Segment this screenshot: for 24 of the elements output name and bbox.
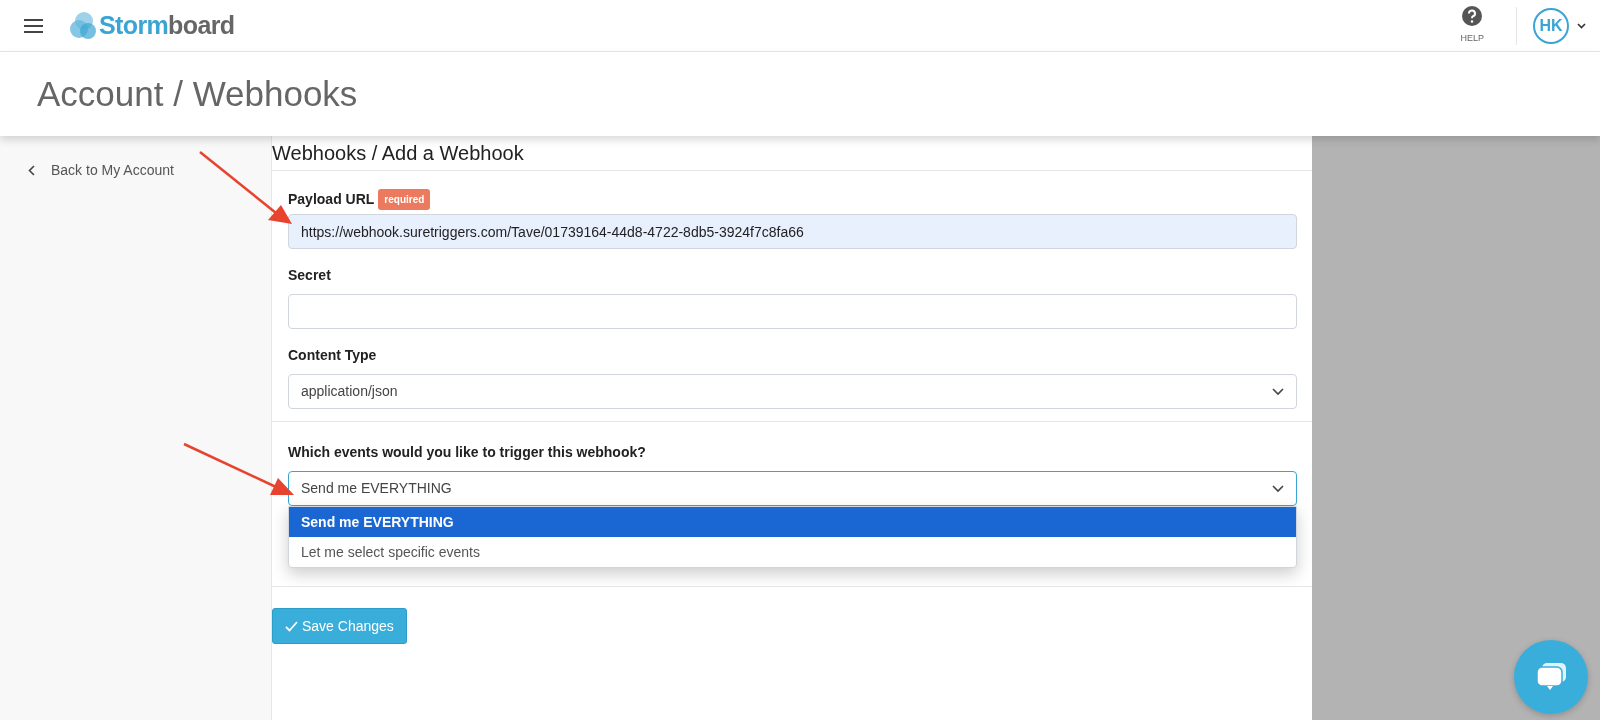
dropdown-option[interactable]: Send me EVERYTHING xyxy=(289,507,1296,537)
payload-url-field[interactable]: https://webhook.suretriggers.com/Tave/01739164-44d8-4722-8db5-3924f7c8fa66 xyxy=(288,214,1297,249)
chat-bubble-icon xyxy=(1535,662,1567,692)
page-title: Account / Webhooks xyxy=(37,72,358,115)
menu-icon[interactable] xyxy=(24,18,43,33)
chevron-down-icon[interactable] xyxy=(1577,22,1586,29)
help-icon xyxy=(1462,5,1483,26)
chevron-down-icon xyxy=(1272,484,1284,493)
content-type-select[interactable]: application/json xyxy=(288,374,1297,409)
help-button[interactable]: HELP xyxy=(1460,5,1484,46)
dropdown-option[interactable]: Let me select specific events xyxy=(289,537,1296,567)
field-label: Which events would you like to trigger this webhook? xyxy=(288,443,647,462)
check-icon xyxy=(285,620,298,632)
chevron-left-icon xyxy=(28,165,35,176)
logo-text: Stormboard xyxy=(99,9,235,41)
field-label: Secret xyxy=(288,266,332,285)
field-label: Content Type xyxy=(288,346,378,365)
required-badge: required xyxy=(378,189,431,210)
events-select[interactable]: Send me EVERYTHING xyxy=(288,471,1297,506)
form-title: Webhooks / Add a Webhook xyxy=(272,136,1312,171)
field-label: Payload URL xyxy=(288,190,375,209)
chevron-down-icon xyxy=(1272,387,1284,396)
back-link[interactable]: Back to My Account xyxy=(28,160,271,181)
logo-icon xyxy=(67,10,97,41)
